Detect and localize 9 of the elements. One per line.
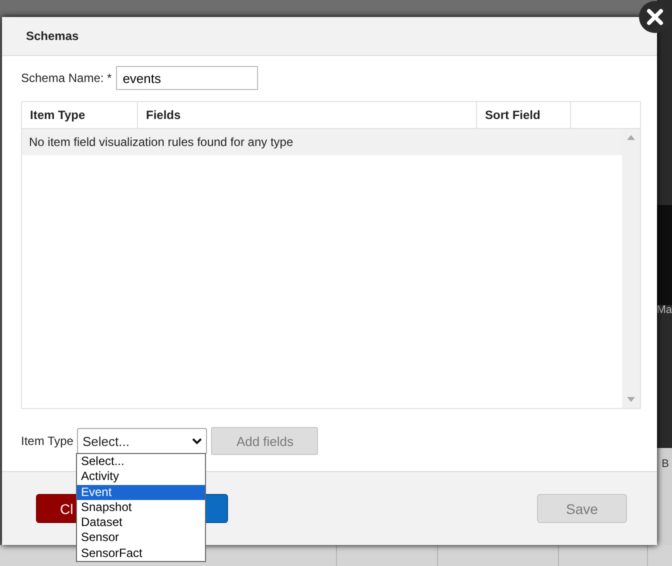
field-label: Item Type: [21, 434, 74, 448]
column-header: Fields: [138, 102, 477, 128]
background-text: B: [662, 458, 669, 470]
field-label: Schema Name: *: [21, 71, 112, 86]
column-header: Sort Field: [477, 102, 571, 128]
empty-message: No item field visualization rules found for any type: [22, 129, 622, 156]
background-text: Ma: [656, 304, 672, 316]
column-header: Item Type: [22, 102, 138, 128]
dialog-title: Schemas: [26, 29, 79, 44]
